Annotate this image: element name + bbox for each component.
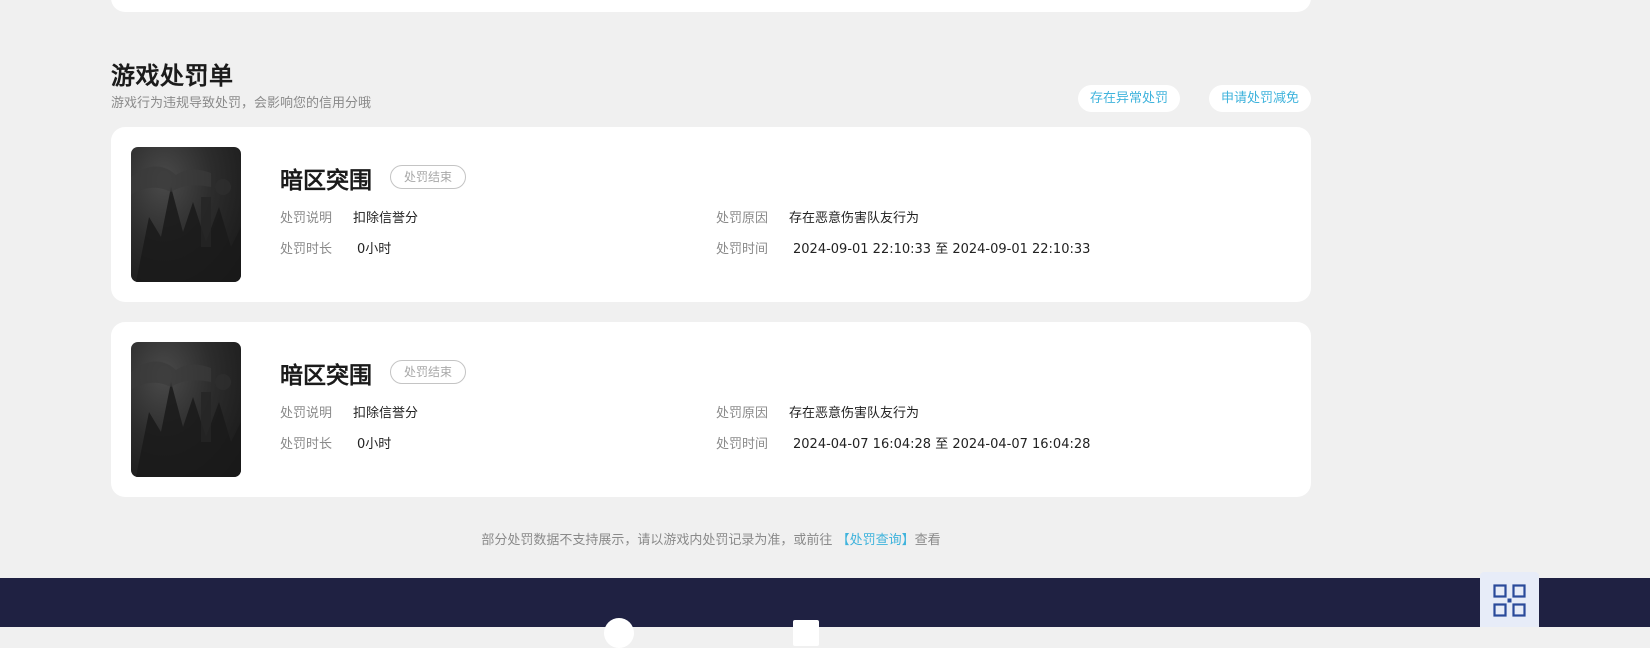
penalty-duration-label: 处罚时长 bbox=[280, 437, 333, 452]
penalty-section-header: 游戏处罚单 游戏行为违规导致处罚，会影响您的信用分哦 存在异常处罚 申请处罚减免 bbox=[111, 56, 1311, 112]
section-subtitle: 游戏行为违规导致处罚，会影响您的信用分哦 bbox=[111, 96, 372, 111]
apply-reduction-button[interactable]: 申请处罚减免 bbox=[1208, 85, 1311, 112]
abnormal-penalty-button[interactable]: 存在异常处罚 bbox=[1077, 85, 1180, 112]
penalty-record-card: 暗区突围 处罚结束 处罚说明 扣除信誉分 处罚原因 存在恶意伤害队友行为 处罚时… bbox=[111, 127, 1311, 302]
penalty-duration-label: 处罚时长 bbox=[280, 242, 333, 257]
penalty-time-label: 处罚时间 bbox=[716, 437, 769, 452]
qr-code-button[interactable] bbox=[1480, 572, 1539, 627]
status-badge: 处罚结束 bbox=[390, 165, 467, 189]
penalty-desc-label: 处罚说明 bbox=[280, 211, 333, 226]
penalty-reason-label: 处罚原因 bbox=[716, 406, 769, 421]
previous-card bbox=[111, 0, 1311, 12]
footer-note-suffix: 查看 bbox=[914, 533, 941, 548]
penalty-query-link[interactable]: 【处罚查询】 bbox=[837, 533, 915, 548]
penalty-reason-label: 处罚原因 bbox=[716, 211, 769, 226]
status-badge: 处罚结束 bbox=[390, 360, 467, 384]
penalty-desc-value: 扣除信誉分 bbox=[353, 406, 419, 421]
qr-code-icon bbox=[1493, 584, 1526, 617]
footer-note: 部分处罚数据不支持展示，请以游戏内处罚记录为准，或前往 【处罚查询】查看 bbox=[0, 529, 1422, 548]
site-footer bbox=[0, 578, 1650, 648]
game-name: 暗区突围 bbox=[280, 363, 372, 389]
penalty-duration-value: 0小时 bbox=[357, 242, 392, 257]
footer-note-text: 部分处罚数据不支持展示，请以游戏内处罚记录为准，或前往 bbox=[481, 533, 833, 548]
penalty-time-value: 2024-09-01 22:10:33 至 2024-09-01 22:10:3… bbox=[793, 242, 1091, 257]
penalty-desc-value: 扣除信誉分 bbox=[353, 211, 419, 226]
penalty-reason-value: 存在恶意伤害队友行为 bbox=[789, 406, 920, 421]
penalty-time-value: 2024-04-07 16:04:28 至 2024-04-07 16:04:2… bbox=[793, 437, 1091, 452]
penalty-record-card: 暗区突围 处罚结束 处罚说明 扣除信誉分 处罚原因 存在恶意伤害队友行为 处罚时… bbox=[111, 322, 1311, 497]
footer-badge-icon bbox=[793, 620, 819, 646]
penalty-duration-value: 0小时 bbox=[357, 437, 392, 452]
section-title: 游戏处罚单 bbox=[111, 62, 234, 90]
penalty-desc-label: 处罚说明 bbox=[280, 406, 333, 421]
penalty-time-label: 处罚时间 bbox=[716, 242, 769, 257]
footer-logo-icon bbox=[604, 618, 634, 648]
game-cover-image bbox=[131, 342, 241, 477]
penalty-reason-value: 存在恶意伤害队友行为 bbox=[789, 211, 920, 226]
game-name: 暗区突围 bbox=[280, 168, 372, 194]
game-cover-image bbox=[131, 147, 241, 282]
